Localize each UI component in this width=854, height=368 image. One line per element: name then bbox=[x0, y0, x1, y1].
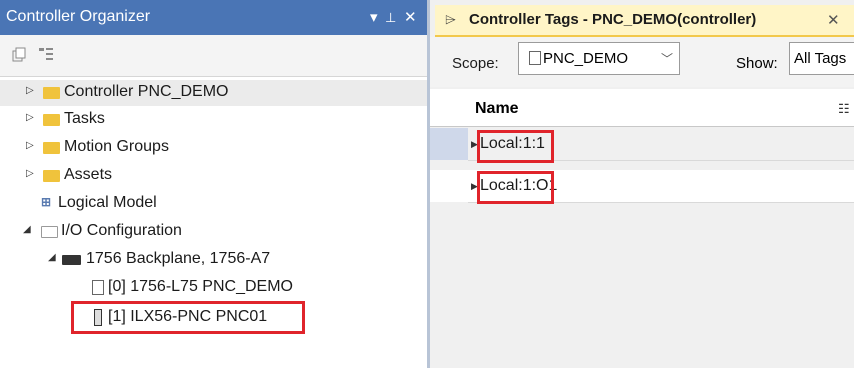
logical-model-icon: ⊞ bbox=[41, 195, 52, 209]
collapse-all-icon[interactable] bbox=[11, 47, 27, 63]
controller-organizer-panel: Controller Organizer ▾ ⊥ ✕ ▷ Controller … bbox=[0, 0, 427, 368]
highlight-box bbox=[71, 301, 305, 334]
highlight-box bbox=[477, 130, 554, 163]
expand-arrow-icon[interactable]: ▷ bbox=[26, 168, 34, 179]
open-folder-icon bbox=[41, 226, 58, 238]
tree-item-controller[interactable]: ▷ Controller PNC_DEMO bbox=[0, 80, 427, 106]
pin-icon[interactable]: ⊥ bbox=[385, 10, 396, 26]
column-header-name[interactable]: Name bbox=[475, 100, 519, 118]
show-value: All Tags bbox=[794, 50, 847, 67]
dropdown-icon[interactable]: ▾ bbox=[370, 8, 378, 26]
scope-bar: Scope: PNC_DEMO ﹀ Show: All Tags bbox=[430, 37, 854, 87]
panel-title: Controller Organizer bbox=[6, 8, 151, 25]
scope-value: PNC_DEMO bbox=[543, 50, 629, 67]
tree-item-motion-groups[interactable]: ▷ Motion Groups bbox=[0, 135, 427, 161]
tab-close-icon[interactable]: ✕ bbox=[827, 11, 840, 29]
grid-header: Name ☷ bbox=[430, 89, 854, 127]
tab-controller-tags[interactable]: ⌲ Controller Tags - PNC_DEMO(controller)… bbox=[435, 5, 854, 37]
scope-label: Scope: bbox=[452, 55, 499, 72]
tree-item-tasks[interactable]: ▷ Tasks bbox=[0, 107, 427, 133]
tree-item-label: Logical Model bbox=[58, 194, 157, 211]
collapse-arrow-icon[interactable]: ◢ bbox=[48, 252, 56, 263]
chevron-down-icon: ﹀ bbox=[660, 52, 673, 66]
tree-item-label: Assets bbox=[64, 166, 113, 183]
expand-arrow-icon[interactable]: ▷ bbox=[26, 140, 34, 151]
collapse-arrow-icon[interactable]: ◢ bbox=[23, 224, 31, 235]
tag-icon: ⌲ bbox=[445, 11, 456, 27]
tree-item-label: 1756 Backplane, 1756-A7 bbox=[86, 250, 271, 267]
controller-tags-panel: ⌲ Controller Tags - PNC_DEMO(controller)… bbox=[430, 0, 854, 368]
close-icon[interactable]: ✕ bbox=[404, 8, 417, 26]
tree-item-io-configuration[interactable]: ◢ I/O Configuration bbox=[0, 219, 427, 245]
folder-icon bbox=[43, 170, 60, 182]
folder-icon bbox=[43, 87, 60, 99]
tree-item-logical-model[interactable]: ⊞ Logical Model bbox=[0, 191, 427, 217]
show-label: Show: bbox=[736, 55, 778, 72]
folder-icon bbox=[43, 142, 60, 154]
column-options-icon[interactable]: ☷ bbox=[838, 101, 850, 117]
panel-title-bar: Controller Organizer ▾ ⊥ ✕ bbox=[0, 0, 427, 35]
organizer-toolbar bbox=[0, 35, 427, 77]
row-selector[interactable] bbox=[430, 170, 468, 202]
expand-all-icon[interactable] bbox=[38, 47, 54, 63]
tree-item-assets[interactable]: ▷ Assets bbox=[0, 163, 427, 189]
expand-arrow-icon[interactable]: ▷ bbox=[26, 85, 34, 96]
tree-item-label: I/O Configuration bbox=[61, 222, 182, 239]
tree-item-label: Motion Groups bbox=[64, 138, 169, 155]
tree-item-label: Tasks bbox=[64, 110, 105, 127]
tree-item-label: [0] 1756-L75 PNC_DEMO bbox=[108, 278, 293, 295]
tree-item-backplane[interactable]: ◢ 1756 Backplane, 1756-A7 bbox=[0, 247, 427, 273]
controller-icon bbox=[92, 280, 104, 295]
scope-select[interactable]: PNC_DEMO ﹀ bbox=[518, 42, 680, 75]
tree-item-controller-module[interactable]: [0] 1756-L75 PNC_DEMO bbox=[0, 275, 427, 301]
tree-item-label: Controller PNC_DEMO bbox=[64, 83, 229, 100]
backplane-icon bbox=[62, 255, 81, 265]
row-selector[interactable] bbox=[430, 128, 468, 160]
folder-icon bbox=[43, 114, 60, 126]
expand-arrow-icon[interactable]: ▷ bbox=[26, 112, 34, 123]
controller-icon bbox=[529, 51, 541, 65]
tab-title: Controller Tags - PNC_DEMO(controller) bbox=[469, 11, 757, 28]
show-select[interactable]: All Tags bbox=[789, 42, 854, 75]
highlight-box bbox=[477, 171, 554, 204]
